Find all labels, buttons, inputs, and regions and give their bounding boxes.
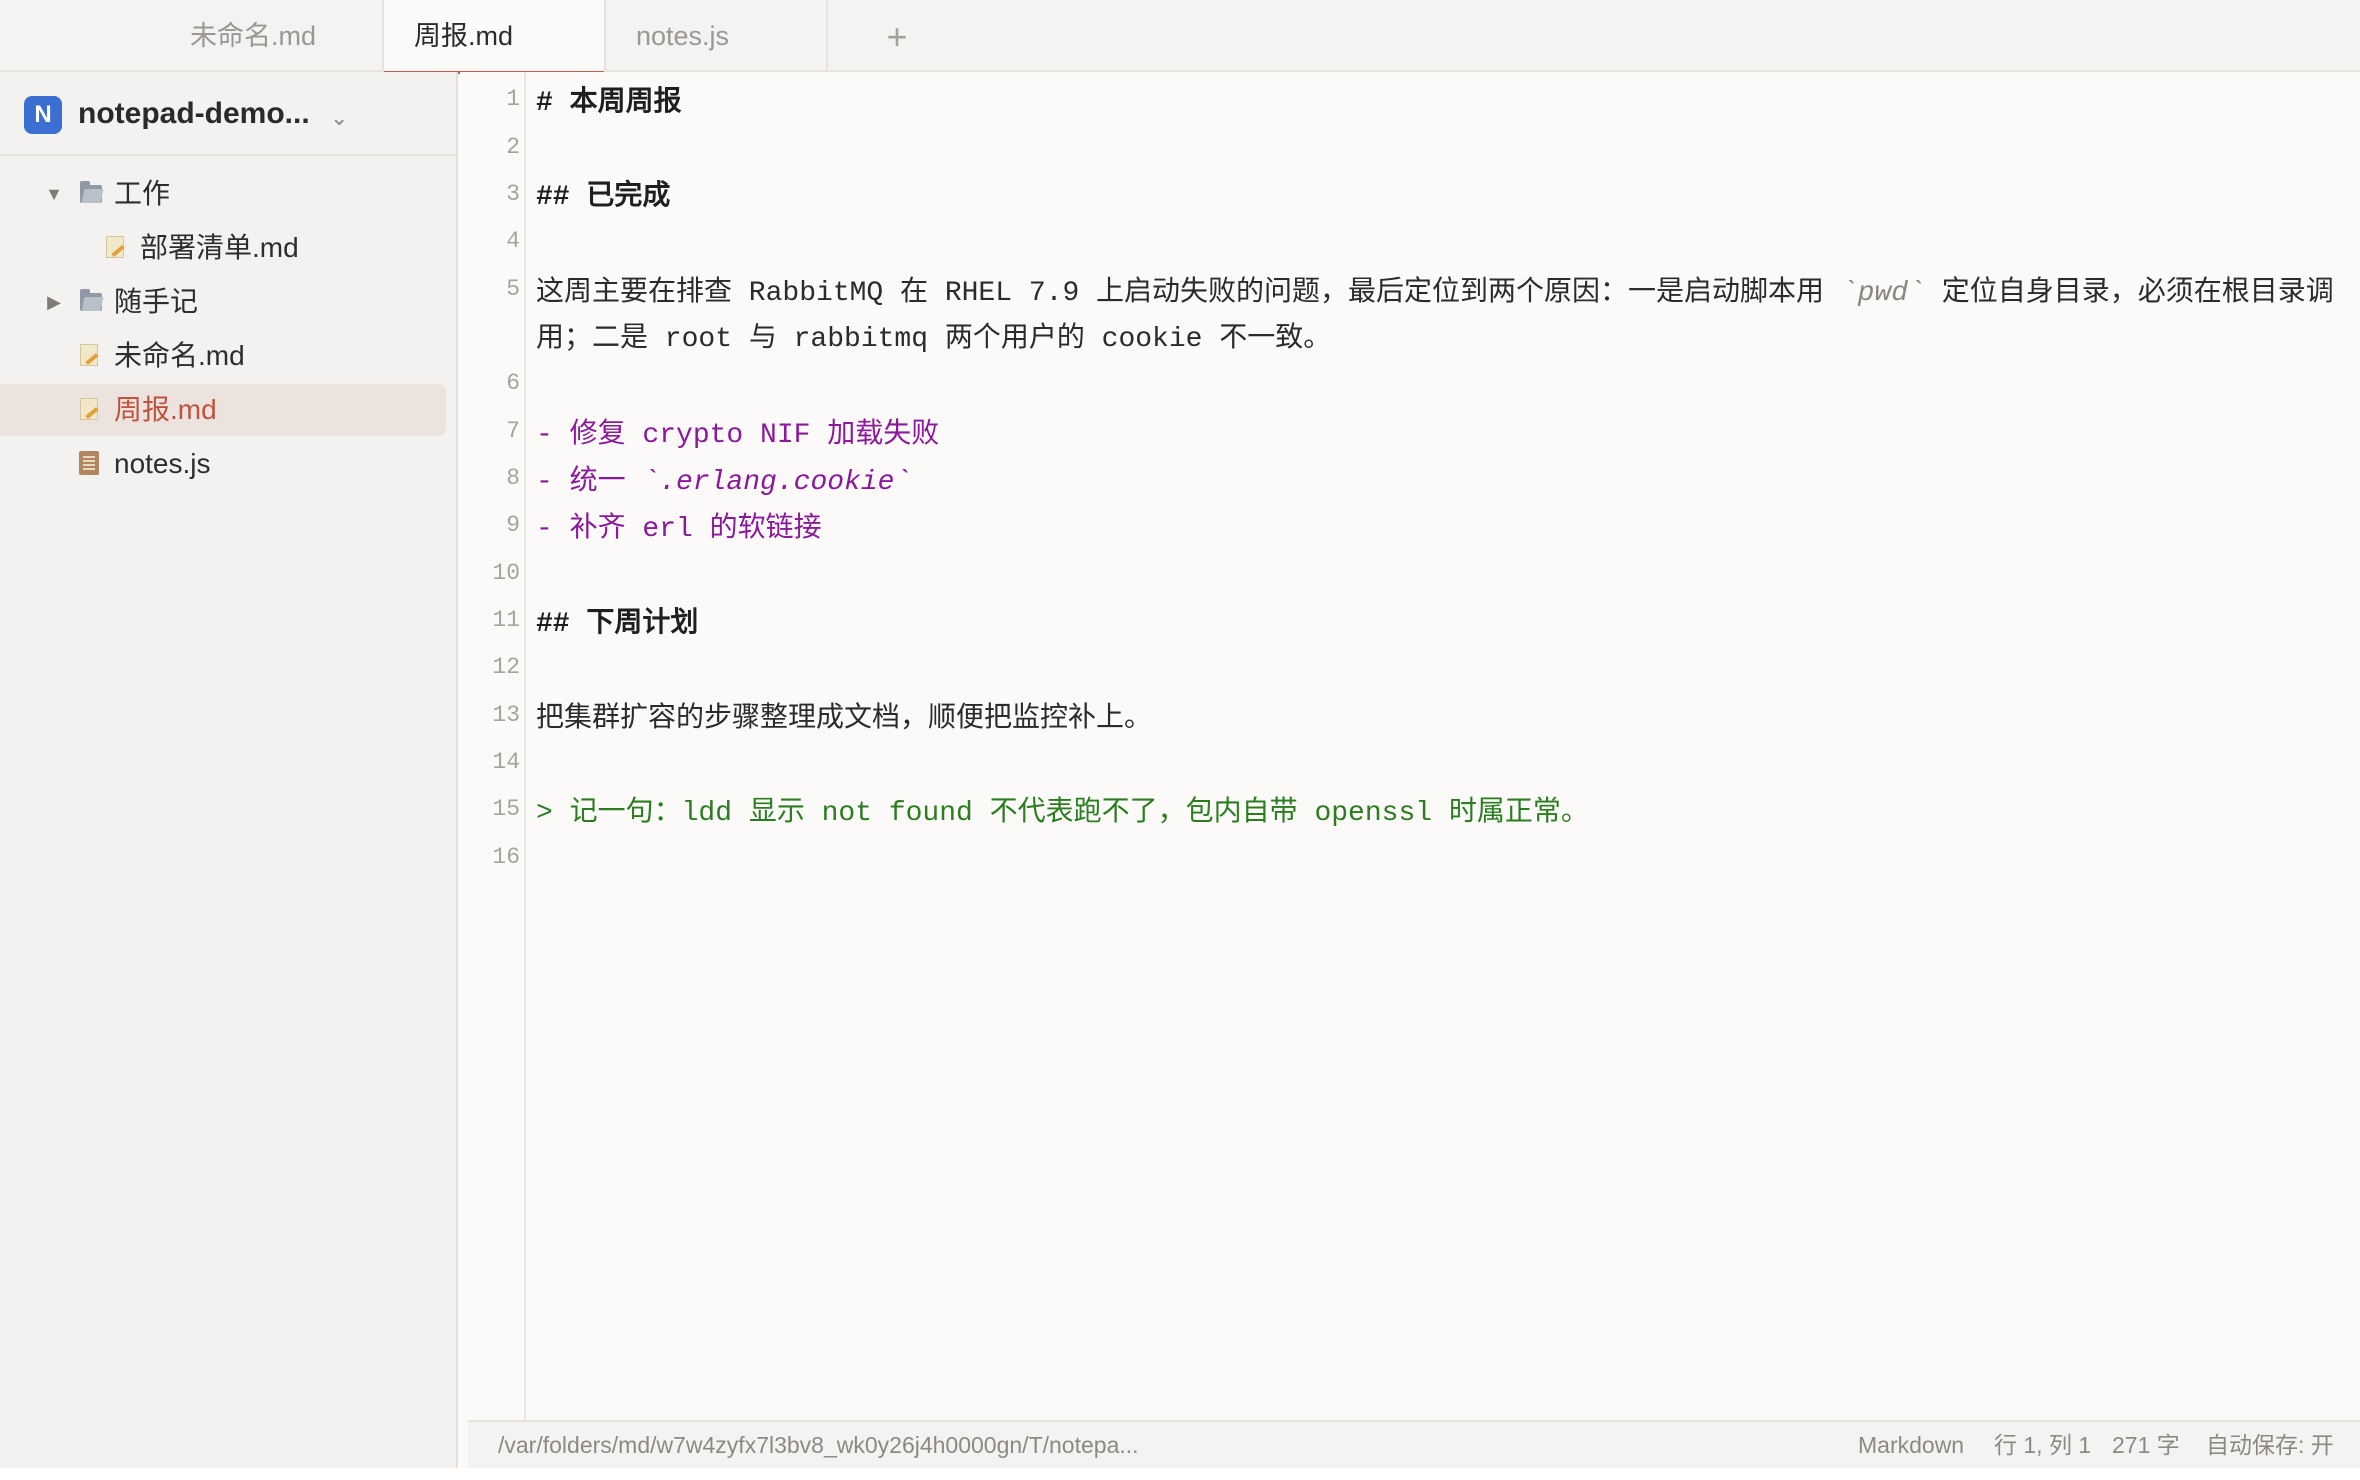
tab-bar: 未命名.md 周报.md notes.js + [0, 0, 2360, 74]
heading-line: # 本周周报 [536, 88, 682, 119]
tree-label: 工作 [114, 178, 171, 209]
tab-untitled[interactable]: 未命名.md [162, 0, 384, 72]
line-number: 10 [492, 560, 520, 586]
line-number: 5 [506, 276, 520, 302]
line-number: 11 [492, 607, 520, 633]
tab-label: 周报.md [414, 21, 514, 51]
workspace-name: notepad-demo... [78, 97, 310, 130]
autosave-toggle[interactable]: 自动保存: 开 [2206, 1422, 2334, 1468]
markdown-file-icon [106, 236, 124, 258]
folder-icon [80, 181, 102, 203]
line-number: 9 [506, 512, 520, 538]
paragraph-line: 这周主要在排查 RabbitMQ 在 RHEL 7.9 上启动失败的问题，最后定… [536, 272, 2334, 316]
tab-notes-js[interactable]: notes.js [606, 0, 828, 72]
tab-label: notes.js [636, 21, 730, 51]
tree-label: notes.js [114, 448, 211, 479]
script-file-icon [79, 451, 99, 475]
line-number: 16 [492, 844, 520, 870]
line-number: 13 [492, 702, 520, 728]
tree-label: 随手记 [114, 286, 199, 317]
workspace-badge: N [24, 96, 62, 134]
line-number: 8 [506, 465, 520, 491]
workspace-switcher[interactable]: N notepad-demo... ⌄ [0, 72, 456, 156]
line-number: 14 [492, 749, 520, 775]
tree-label: 周报.md [114, 394, 217, 425]
heading-line: ## 下周计划 [536, 609, 699, 640]
tab-weekly-report[interactable]: 周报.md [384, 0, 606, 74]
line-number-gutter: 1 2 3 4 5 6 7 8 9 10 11 12 13 14 15 16 [460, 72, 526, 1420]
list-item: - 修复 crypto NIF 加载失败 [536, 420, 940, 451]
file-path: /var/folders/md/w7w4zyfx7l3bv8_wk0y26j4h… [498, 1432, 1139, 1458]
window-bottom-edge [0, 1468, 2360, 1480]
editor-pane[interactable]: 1 2 3 4 5 6 7 8 9 10 11 12 13 14 15 16 #… [460, 72, 2360, 1420]
paragraph-text: 定位自身目录，必须在根目录调 [1924, 278, 2334, 309]
blockquote-line: > 记一句：ldd 显示 not found 不代表跑不了，包内自带 opens… [536, 798, 1589, 829]
inline-code: `pwd` [1840, 278, 1925, 309]
cursor-position[interactable]: 行 1, 列 1 [1994, 1422, 2091, 1468]
markdown-file-icon [80, 344, 98, 366]
line-number: 4 [506, 228, 520, 254]
line-number: 1 [506, 86, 520, 112]
line-number: 2 [506, 134, 520, 160]
inline-code: `.erlang.cookie` [642, 467, 912, 498]
line-number: 6 [506, 370, 520, 396]
line-number: 15 [492, 796, 520, 822]
new-tab-button[interactable]: + [874, 14, 920, 60]
folder-icon [80, 289, 102, 311]
caret-down-icon[interactable]: ▼ [44, 168, 64, 220]
language-mode[interactable]: Markdown [1858, 1422, 1964, 1468]
list-item: - 统一 `.erlang.cookie` [536, 461, 911, 505]
tree-file-untitled[interactable]: 未命名.md [0, 330, 446, 382]
paragraph-text: 这周主要在排查 RabbitMQ 在 RHEL 7.9 上启动失败的问题，最后定… [536, 278, 1841, 309]
caret-right-icon[interactable]: ▶ [44, 276, 64, 328]
line-number: 7 [506, 418, 520, 444]
heading-line: ## 已完成 [536, 182, 671, 213]
markdown-file-icon [80, 398, 98, 420]
tree-file-weekly-report[interactable]: 周报.md [0, 384, 446, 436]
line-number: 3 [506, 181, 520, 207]
tree-file-deploy-list[interactable]: 部署清单.md [0, 222, 446, 274]
list-text: - 统一 [536, 467, 643, 498]
line-number: 12 [492, 654, 520, 680]
paragraph-line: 把集群扩容的步骤整理成文档，顺便把监控补上。 [536, 704, 1153, 735]
tree-folder-notes[interactable]: ▶ 随手记 [0, 276, 446, 328]
tree-label: 部署清单.md [140, 232, 299, 263]
tab-label: 未命名.md [190, 21, 317, 51]
tree-folder-work[interactable]: ▼ 工作 [0, 168, 446, 220]
notepad-app: 未命名.md 周报.md notes.js + N notepad-demo..… [0, 0, 2360, 1480]
file-sidebar: N notepad-demo... ⌄ ▼ 工作 部署清单.md ▶ 随手记 未… [0, 72, 458, 1468]
chevron-down-icon: ⌄ [330, 105, 349, 130]
tree-file-notes-js[interactable]: notes.js [0, 438, 446, 490]
paragraph-wrap-line: 用；二是 root 与 rabbitmq 两个用户的 cookie 不一致。 [536, 324, 1332, 355]
tree-label: 未命名.md [114, 340, 245, 371]
list-item: - 补齐 erl 的软链接 [536, 514, 822, 545]
char-count: 271 字 [2112, 1432, 2180, 1458]
status-bar: /var/folders/md/w7w4zyfx7l3bv8_wk0y26j4h… [468, 1420, 2360, 1468]
